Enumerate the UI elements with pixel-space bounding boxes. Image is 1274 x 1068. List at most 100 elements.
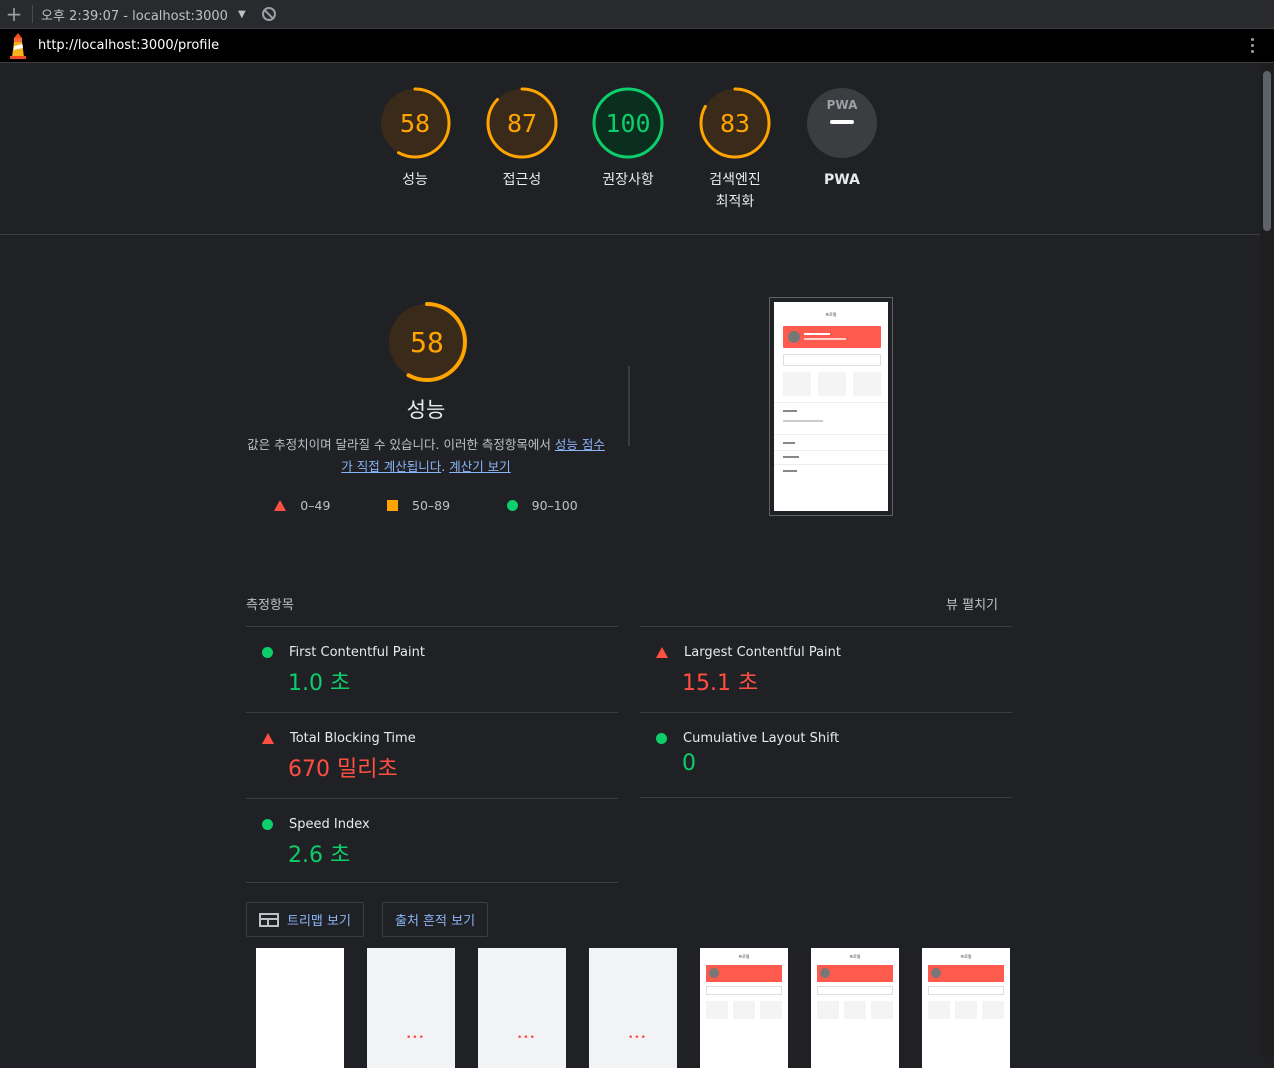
treemap-button[interactable]: 트리맵 보기 bbox=[246, 902, 364, 937]
summary-gauge[interactable]: 87 접근성 bbox=[467, 87, 577, 191]
devtools-toolbar: + 오후 2:39:07 - localhost:3000 ▼ bbox=[0, 0, 1274, 29]
report-session-label: 오후 2:39:07 - localhost:3000 bbox=[41, 8, 228, 24]
pass-circle-icon bbox=[656, 733, 667, 744]
gauge-score: 83 bbox=[720, 109, 750, 138]
expand-view-toggle[interactable]: 뷰 펼치기 bbox=[946, 594, 998, 613]
gauge-label: 성능 bbox=[402, 172, 428, 188]
metric-name: Cumulative Layout Shift bbox=[683, 731, 840, 746]
more-options-icon[interactable] bbox=[1251, 38, 1254, 53]
frame-row bbox=[706, 986, 782, 995]
gauge-label: 권장사항 bbox=[602, 172, 654, 188]
summary-gauge[interactable]: 100 권장사항 bbox=[573, 87, 683, 191]
metric-item: Speed Index 2.6 초 bbox=[246, 798, 618, 884]
metric-item: Cumulative Layout Shift 0 bbox=[640, 712, 1012, 798]
loading-dots-icon: ••• bbox=[406, 1033, 425, 1043]
loading-dots-icon: ••• bbox=[517, 1033, 536, 1043]
performance-title: 성능 bbox=[406, 398, 446, 422]
toolbar-divider bbox=[32, 5, 33, 23]
frame-page-title: 프로필 bbox=[738, 954, 750, 959]
legend-pass-range: 90–100 bbox=[531, 498, 578, 513]
report-url[interactable]: http://localhost:3000/profile bbox=[38, 38, 219, 53]
screenshot-row bbox=[783, 354, 881, 366]
metric-value: 670 밀리초 bbox=[288, 757, 398, 782]
score-gauge: 83 bbox=[699, 87, 771, 159]
metric-value: 1.0 초 bbox=[288, 671, 351, 696]
view-trace-button-label: 출처 흔적 보기 bbox=[395, 914, 476, 929]
frame-page-title: 프로필 bbox=[960, 954, 972, 959]
treemap-icon bbox=[259, 912, 279, 927]
frame-profile-card bbox=[706, 965, 782, 982]
metric-value: 0 bbox=[682, 751, 696, 776]
section-divider bbox=[628, 366, 630, 446]
legend-fail: 0–49 bbox=[274, 498, 330, 513]
fail-triangle-icon bbox=[262, 733, 274, 744]
metric-header: First Contentful Paint bbox=[262, 645, 425, 660]
legend-fail-range: 0–49 bbox=[300, 498, 331, 513]
metric-name: First Contentful Paint bbox=[289, 645, 425, 660]
treemap-button-label: 트리맵 보기 bbox=[287, 914, 351, 929]
final-screenshot[interactable]: 프로필 bbox=[769, 297, 893, 516]
filmstrip: ••• ••• ••• 프로필 프로필 프로필 bbox=[256, 948, 1010, 1068]
metric-name: Speed Index bbox=[289, 817, 370, 832]
performance-description: 값은 추정치이며 달라질 수 있습니다. 이러한 측정항목에서 성능 점수가 직… bbox=[246, 434, 606, 478]
filmstrip-frame: ••• bbox=[478, 948, 566, 1068]
frame-tiles bbox=[928, 1001, 1004, 1019]
frame-tiles bbox=[706, 1001, 782, 1019]
gauge-score: 58 bbox=[400, 109, 430, 138]
calculator-link[interactable]: 계산기 보기 bbox=[449, 459, 510, 474]
new-report-icon[interactable]: + bbox=[0, 2, 28, 26]
screenshot-page: 프로필 bbox=[774, 302, 888, 511]
frame-page-title: 프로필 bbox=[849, 954, 861, 959]
summary-gauge[interactable]: 83 검색엔진 최적화 bbox=[680, 87, 790, 213]
screenshot-profile-card bbox=[783, 326, 881, 348]
score-legend: 0–49 50–89 90–100 bbox=[246, 498, 606, 513]
page-scrollbar[interactable] bbox=[1260, 63, 1274, 1057]
metric-divider bbox=[246, 882, 618, 883]
legend-average-range: 50–89 bbox=[412, 498, 451, 513]
square-icon bbox=[387, 500, 398, 511]
filmstrip-frame: 프로필 bbox=[700, 948, 788, 1068]
filmstrip-frame bbox=[256, 948, 344, 1068]
pass-circle-icon bbox=[262, 647, 273, 658]
circle-icon bbox=[506, 500, 518, 511]
filmstrip-frame: 프로필 bbox=[922, 948, 1010, 1068]
gauge-score: 100 bbox=[605, 109, 650, 138]
metric-item: First Contentful Paint 1.0 초 bbox=[246, 626, 618, 712]
clear-block-icon[interactable] bbox=[261, 7, 276, 21]
legend-average: 50–89 bbox=[387, 498, 450, 513]
gauge-label: 검색엔진 최적화 bbox=[709, 172, 761, 210]
scores-summary: 58 성능 87 접근성 100 권장사항 83 검색엔진 최적화 PWA PWA bbox=[0, 63, 1260, 235]
performance-section: 58 성능 값은 추정치이며 달라질 수 있습니다. 이러한 측정항목에서 성능… bbox=[0, 236, 1260, 1068]
metrics-header: 측정항목 뷰 펼치기 bbox=[246, 594, 998, 613]
metric-value: 2.6 초 bbox=[288, 843, 351, 868]
filmstrip-frame: ••• bbox=[367, 948, 455, 1068]
gauge-score: 58 bbox=[410, 326, 444, 359]
view-trace-button[interactable]: 출처 흔적 보기 bbox=[382, 902, 489, 937]
metric-item: Largest Contentful Paint 15.1 초 bbox=[640, 626, 1012, 712]
fail-triangle-icon bbox=[656, 647, 668, 658]
score-gauge: 58 bbox=[379, 87, 451, 159]
metric-name: Total Blocking Time bbox=[290, 731, 416, 746]
scrollbar-thumb[interactable] bbox=[1263, 71, 1271, 231]
metric-item: Total Blocking Time 670 밀리초 bbox=[246, 712, 618, 798]
pass-circle-icon bbox=[262, 819, 273, 830]
legend-pass: 90–100 bbox=[506, 498, 578, 513]
report-session-select[interactable]: 오후 2:39:07 - localhost:3000 ▼ bbox=[41, 5, 246, 24]
metric-divider bbox=[640, 797, 1012, 798]
summary-gauge[interactable]: PWA PWA bbox=[787, 87, 897, 191]
frame-row bbox=[817, 986, 893, 995]
metric-header: Speed Index bbox=[262, 817, 370, 832]
loading-dots-icon: ••• bbox=[628, 1033, 647, 1043]
frame-row bbox=[928, 986, 1004, 995]
metric-name: Largest Contentful Paint bbox=[684, 645, 842, 660]
pwa-badge-text: PWA bbox=[827, 98, 858, 112]
metric-header: Cumulative Layout Shift bbox=[656, 731, 839, 746]
metric-value: 15.1 초 bbox=[682, 671, 759, 696]
gauge-label: 접근성 bbox=[502, 172, 542, 188]
frame-profile-card bbox=[928, 965, 1004, 982]
frame-profile-card bbox=[817, 965, 893, 982]
summary-gauge[interactable]: 58 성능 bbox=[360, 87, 470, 191]
screenshot-tiles bbox=[783, 372, 881, 396]
gauge-label: PWA bbox=[824, 172, 860, 188]
lighthouse-logo-icon bbox=[10, 32, 26, 59]
